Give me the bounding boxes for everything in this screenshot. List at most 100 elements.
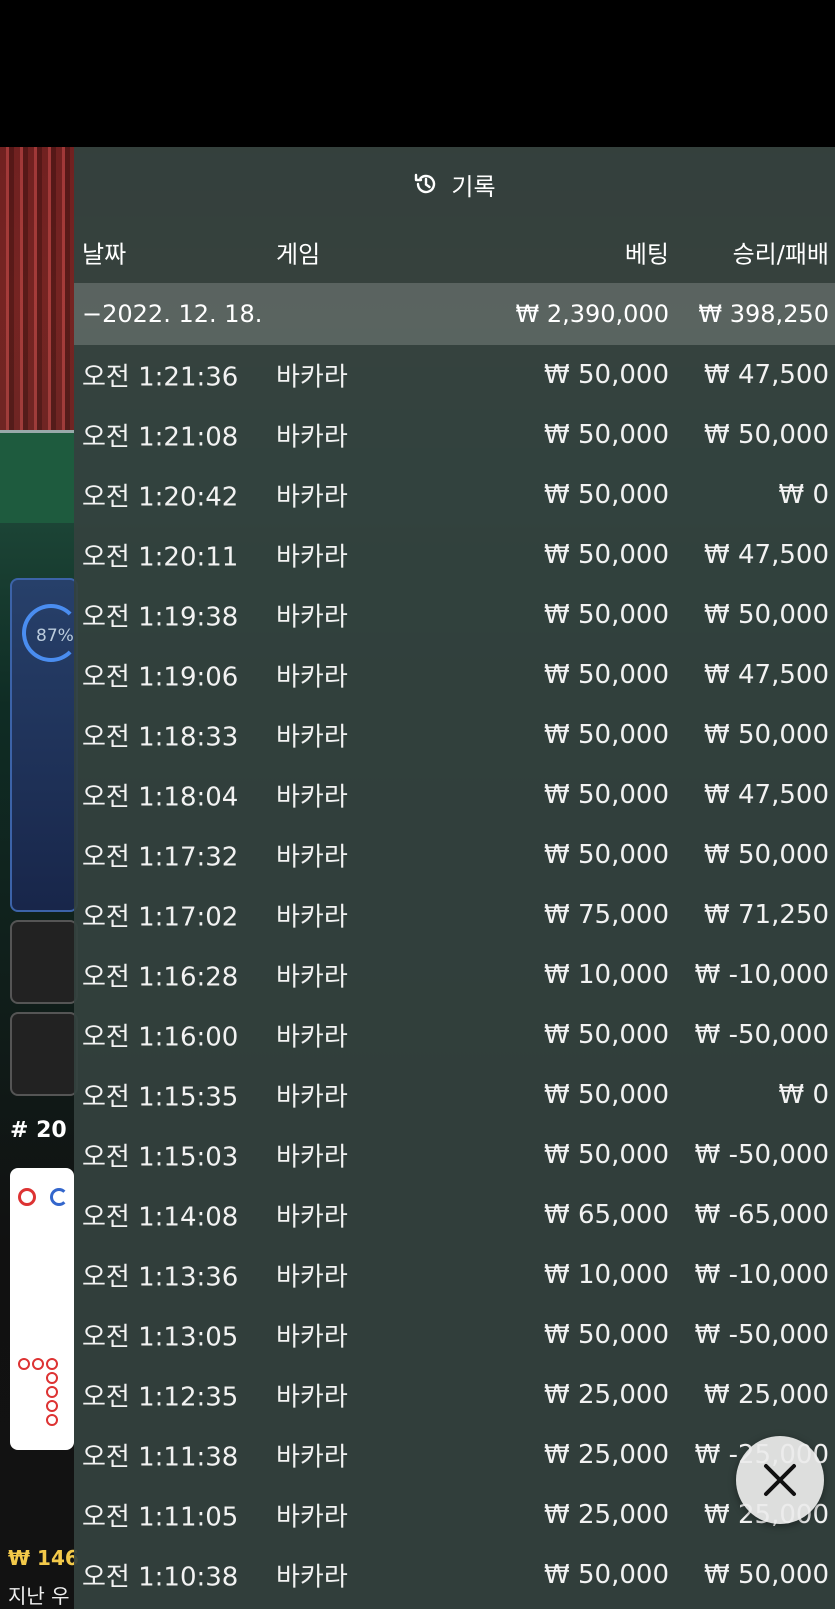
table-row[interactable]: 오전 1:10:38 바카라 ₩ 50,000 ₩ 50,000 (74, 1545, 835, 1605)
table-row[interactable]: 오전 1:11:38바카라₩ 25,000₩ -25,000 (74, 1425, 835, 1485)
table-row[interactable]: 오전 1:17:02 바카라 ₩ 75,000 ₩ 71,250 (74, 885, 835, 945)
row-time: 오전 1:16:28 (82, 962, 239, 993)
row-time: 오전 1:21:36 (82, 362, 239, 393)
table-row[interactable]: 오전 1:16:00 바카라 ₩ 50,000 ₩ -50,000 (74, 1005, 835, 1065)
road-mark (46, 1386, 58, 1398)
row-game: 바카라 (276, 842, 348, 873)
group-date: −2022. 12. 18. (82, 300, 263, 328)
road-mark (50, 1188, 68, 1206)
row-bet: ₩ 25,000 (544, 1500, 669, 1530)
row-time: 오전 1:17:32 (82, 842, 239, 873)
history-title: 기록 (451, 172, 496, 201)
row-bet: ₩ 50,000 (544, 1020, 669, 1050)
group-bet-total: ₩ 2,390,000 (515, 300, 669, 328)
row-game: 바카라 (276, 1382, 348, 1413)
game-table (0, 430, 74, 523)
row-result: ₩ 50,000 (704, 1560, 829, 1590)
row-time: 오전 1:11:38 (82, 1442, 239, 1473)
row-time: 오전 1:10:38 (82, 1562, 239, 1593)
row-bet: ₩ 50,000 (544, 480, 669, 510)
row-game: 바카라 (276, 1022, 348, 1053)
row-game: 바카라 (276, 1142, 348, 1173)
table-row[interactable]: 오전 1:12:35 바카라 ₩ 25,000 ₩ 25,000 (74, 1365, 835, 1425)
row-game: 바카라 (276, 482, 348, 513)
row-result: ₩ 47,500 (704, 780, 829, 810)
table-row[interactable]: 오전 1:15:03 바카라 ₩ 50,000 ₩ -50,000 (74, 1125, 835, 1185)
row-time: 오전 1:15:03 (82, 1142, 239, 1173)
road-mark (18, 1358, 30, 1370)
row-time: 오전 1:21:08 (82, 422, 239, 453)
row-game: 바카라 (276, 1442, 348, 1473)
row-result: ₩ 71,250 (704, 900, 829, 930)
row-bet: ₩ 50,000 (544, 1080, 669, 1110)
column-result: 승리/패배 (732, 240, 829, 269)
row-time: 오전 1:15:35 (82, 1082, 239, 1113)
row-bet: ₩ 50,000 (544, 420, 669, 450)
row-bet: ₩ 50,000 (544, 840, 669, 870)
row-time: 오전 1:13:05 (82, 1322, 239, 1353)
row-time: 오전 1:11:05 (82, 1502, 239, 1533)
row-game: 바카라 (276, 1562, 348, 1593)
column-bet: 베팅 (624, 240, 669, 269)
row-bet: ₩ 25,000 (544, 1440, 669, 1470)
history-icon (415, 173, 436, 194)
row-result: ₩ 25,000 (704, 1380, 829, 1410)
row-game: 바카라 (276, 542, 348, 573)
table-row[interactable]: 오전 1:19:38 바카라 ₩ 50,000 ₩ 50,000 (74, 585, 835, 645)
table-row[interactable]: 오전 1:13:05 바카라 ₩ 50,000 ₩ -50,000 (74, 1305, 835, 1365)
table-row[interactable]: 오전 1:17:32 바카라 ₩ 50,000 ₩ 50,000 (74, 825, 835, 885)
road-mark (32, 1358, 44, 1370)
close-button[interactable] (736, 1436, 824, 1524)
row-result: ₩ 47,500 (704, 360, 829, 390)
table-row[interactable]: 오전 1:21:08 바카라 ₩ 50,000 ₩ 50,000 (74, 405, 835, 465)
row-bet: ₩ 50,000 (544, 540, 669, 570)
row-result: ₩ -10,000 (694, 960, 829, 990)
row-bet: ₩ 75,000 (544, 900, 669, 930)
table-row[interactable]: 오전 1:11:05바카라₩ 25,000₩ 25,000 (74, 1485, 835, 1545)
row-bet: ₩ 50,000 (544, 1140, 669, 1170)
row-bet: ₩ 50,000 (544, 780, 669, 810)
table-row[interactable]: 오전 1:20:11 바카라 ₩ 50,000 ₩ 47,500 (74, 525, 835, 585)
table-row[interactable]: 오전 1:14:08 바카라 ₩ 65,000 ₩ -65,000 (74, 1185, 835, 1245)
row-result: ₩ -65,000 (694, 1200, 829, 1230)
row-bet: ₩ 50,000 (544, 720, 669, 750)
row-game: 바카라 (276, 1202, 348, 1233)
table-row[interactable]: 오전 1:18:33 바카라 ₩ 50,000 ₩ 50,000 (74, 705, 835, 765)
table-row[interactable]: 오전 1:15:35 바카라 ₩ 50,000 ₩ 0 (74, 1065, 835, 1125)
last-result-label: 지난 우 (8, 1584, 70, 1608)
close-icon (764, 1464, 796, 1496)
row-result: ₩ 47,500 (704, 540, 829, 570)
row-result: ₩ -50,000 (694, 1320, 829, 1350)
history-header: 기록 (74, 147, 835, 221)
bet-button[interactable] (10, 920, 78, 1004)
row-bet: ₩ 50,000 (544, 1560, 669, 1590)
bet-button-2[interactable] (10, 1012, 78, 1096)
timer-text: 87% (36, 626, 74, 646)
row-bet: ₩ 50,000 (544, 360, 669, 390)
bead-road (10, 1168, 74, 1450)
row-game: 바카라 (276, 362, 348, 393)
row-bet: ₩ 25,000 (544, 1380, 669, 1410)
row-time: 오전 1:19:06 (82, 662, 239, 693)
table-row[interactable]: 오전 1:19:06 바카라 ₩ 50,000 ₩ 47,500 (74, 645, 835, 705)
column-date: 날짜 (82, 240, 127, 269)
table-row[interactable]: 오전 1:20:42 바카라 ₩ 50,000 ₩ 0 (74, 465, 835, 525)
column-game: 게임 (276, 240, 321, 269)
row-game: 바카라 (276, 962, 348, 993)
table-row[interactable]: 오전 1:18:04 바카라 ₩ 50,000 ₩ 47,500 (74, 765, 835, 825)
row-game: 바카라 (276, 1262, 348, 1293)
balance: ₩ 146 (8, 1546, 79, 1570)
date-group-row[interactable]: −2022. 12. 18. ₩ 2,390,000 ₩ 398,250 (74, 283, 835, 345)
row-time: 오전 1:19:38 (82, 602, 239, 633)
table-row[interactable]: 오전 1:21:36 바카라 ₩ 50,000 ₩ 47,500 (74, 345, 835, 405)
row-bet: ₩ 65,000 (544, 1200, 669, 1230)
row-game: 바카라 (276, 1502, 348, 1533)
round-number: # 20 (10, 1118, 67, 1143)
row-result: ₩ 50,000 (704, 840, 829, 870)
row-bet: ₩ 10,000 (544, 960, 669, 990)
table-row[interactable]: 오전 1:16:28 바카라 ₩ 10,000 ₩ -10,000 (74, 945, 835, 1005)
road-mark (46, 1358, 58, 1370)
row-result: ₩ -50,000 (694, 1140, 829, 1170)
table-row[interactable]: 오전 1:13:36 바카라 ₩ 10,000 ₩ -10,000 (74, 1245, 835, 1305)
top-black-bar (0, 0, 835, 147)
